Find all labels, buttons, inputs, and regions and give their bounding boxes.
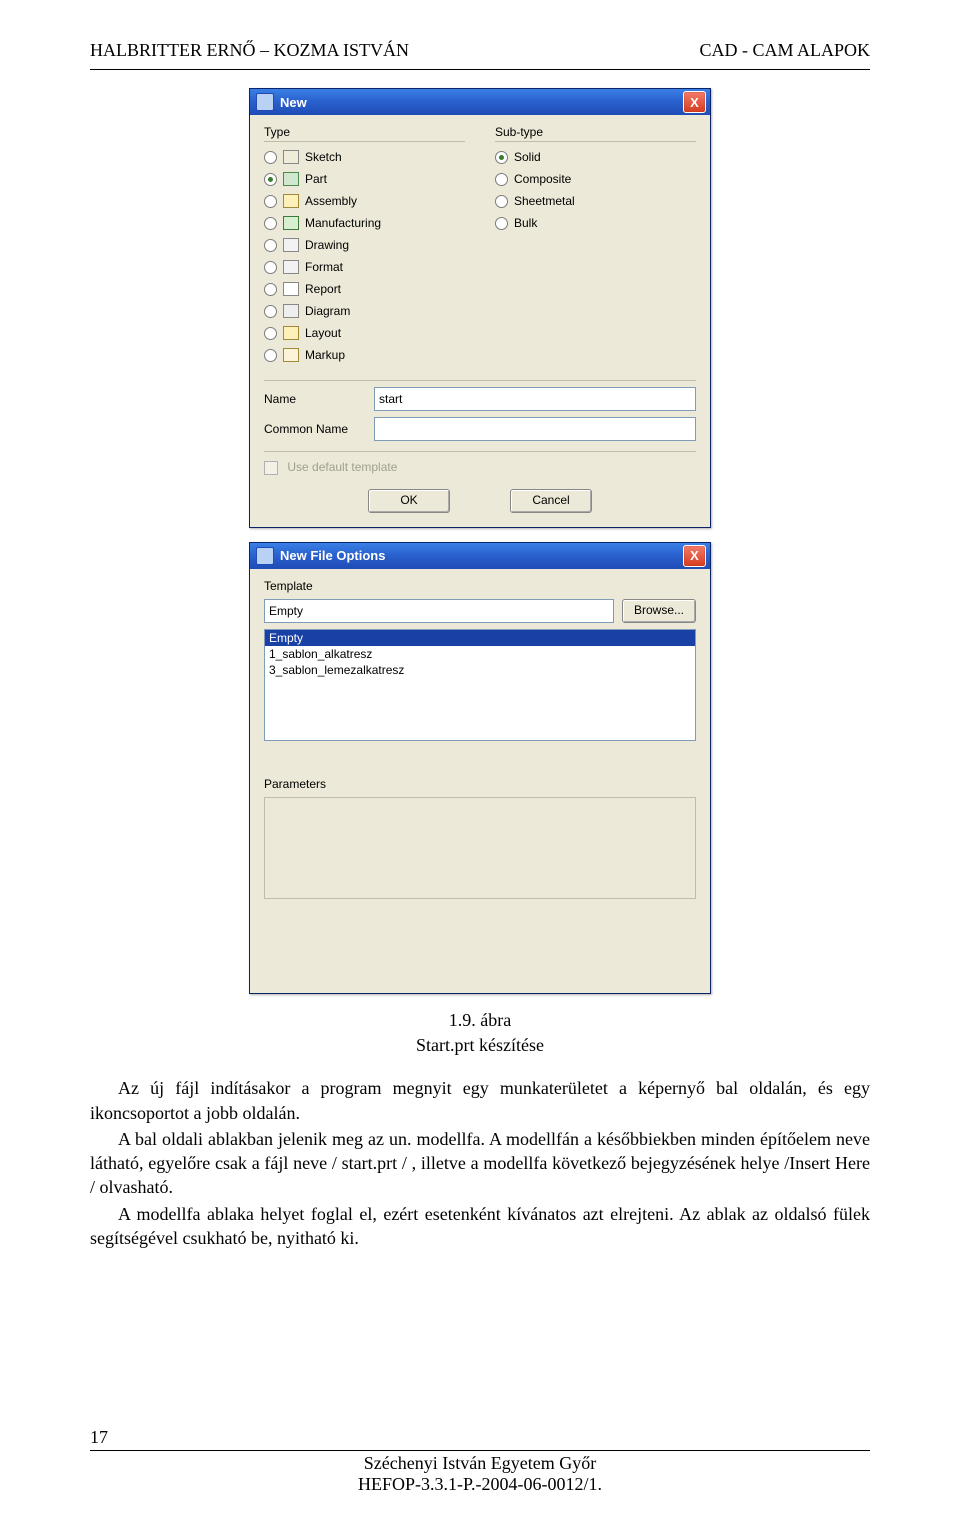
default-template-label: Use default template (287, 460, 397, 474)
type-option-label: Diagram (305, 304, 350, 318)
header-right: CAD - CAM ALAPOK (699, 40, 870, 61)
type-option-part[interactable]: Part (264, 168, 465, 190)
lyt-icon (283, 326, 299, 340)
close-button[interactable]: X (683, 91, 706, 113)
options-dialog-titlebar[interactable]: New File Options X (250, 543, 710, 569)
radio-icon[interactable] (264, 151, 277, 164)
type-option-label: Markup (305, 348, 345, 362)
header-left: HALBRITTER ERNŐ – KOZMA ISTVÁN (90, 40, 409, 61)
asm-icon (283, 194, 299, 208)
page-footer: 17 Széchenyi István Egyetem Győr HEFOP-3… (90, 1427, 870, 1495)
mkp-icon (283, 348, 299, 362)
part-icon (283, 172, 299, 186)
template-listbox[interactable]: Empty1_sablon_alkatresz3_sablon_lemezalk… (264, 629, 696, 741)
new-dialog: New X Type Sketch Part Assembly Manufacturi… (249, 88, 711, 528)
type-option-manufacturing[interactable]: Manufacturing (264, 212, 465, 234)
type-option-label: Manufacturing (305, 216, 381, 230)
template-label: Template (250, 569, 710, 599)
parameters-box (264, 797, 696, 899)
name-label: Name (264, 392, 364, 406)
close-button[interactable]: X (683, 545, 706, 567)
common-name-label: Common Name (264, 422, 364, 436)
ok-button[interactable]: OK (368, 489, 450, 513)
header-underline (90, 69, 870, 70)
radio-icon[interactable] (264, 349, 277, 362)
subtype-option-label: Composite (514, 172, 571, 186)
type-option-format[interactable]: Format (264, 256, 465, 278)
fmt-icon (283, 260, 299, 274)
sketch-icon (283, 150, 299, 164)
subtype-option-label: Sheetmetal (514, 194, 575, 208)
radio-icon[interactable] (264, 239, 277, 252)
drw-icon (283, 238, 299, 252)
list-item[interactable]: Empty (265, 630, 695, 646)
caption-line1: 1.9. ábra (449, 1010, 511, 1030)
subtype-option-solid[interactable]: Solid (495, 146, 696, 168)
paragraph-3: A modellfa ablaka helyet foglal el, ezér… (90, 1202, 870, 1251)
new-dialog-title: New (280, 95, 683, 110)
page-number: 17 (90, 1427, 870, 1448)
options-dialog-title: New File Options (280, 548, 683, 563)
browse-button[interactable]: Browse... (622, 599, 696, 623)
radio-icon[interactable] (264, 173, 277, 186)
footer-university: Széchenyi István Egyetem Győr (90, 1453, 870, 1474)
list-item[interactable]: 3_sablon_lemezalkatresz (265, 662, 695, 678)
subtype-option-bulk[interactable]: Bulk (495, 212, 696, 234)
subtype-section-label: Sub-type (495, 125, 696, 142)
radio-icon[interactable] (264, 195, 277, 208)
type-option-label: Sketch (305, 150, 342, 164)
dgm-icon (283, 304, 299, 318)
page-header: HALBRITTER ERNŐ – KOZMA ISTVÁN CAD - CAM… (90, 40, 870, 61)
parameters-label: Parameters (250, 747, 710, 797)
cancel-button[interactable]: Cancel (510, 489, 592, 513)
subtype-option-label: Solid (514, 150, 541, 164)
figure-caption: 1.9. ábra Start.prt készítése (90, 1008, 870, 1058)
radio-icon[interactable] (495, 217, 508, 230)
subtype-option-sheetmetal[interactable]: Sheetmetal (495, 190, 696, 212)
default-template-checkbox[interactable] (264, 461, 278, 475)
radio-icon[interactable] (495, 173, 508, 186)
new-dialog-titlebar[interactable]: New X (250, 89, 710, 115)
type-option-label: Layout (305, 326, 341, 340)
common-name-input[interactable] (374, 417, 696, 441)
name-input[interactable] (374, 387, 696, 411)
rpt-icon (283, 282, 299, 296)
new-dialog-icon (256, 93, 274, 111)
list-item[interactable]: 1_sablon_alkatresz (265, 646, 695, 662)
type-section-label: Type (264, 125, 465, 142)
type-option-report[interactable]: Report (264, 278, 465, 300)
template-input[interactable] (264, 599, 614, 623)
mfg-icon (283, 216, 299, 230)
paragraph-2: A bal oldali ablakban jelenik meg az un.… (90, 1127, 870, 1200)
caption-line2: Start.prt készítése (416, 1035, 544, 1055)
type-option-label: Assembly (305, 194, 357, 208)
radio-icon[interactable] (495, 195, 508, 208)
type-option-label: Part (305, 172, 327, 186)
radio-icon[interactable] (264, 327, 277, 340)
type-option-layout[interactable]: Layout (264, 322, 465, 344)
radio-icon[interactable] (264, 283, 277, 296)
radio-icon[interactable] (264, 261, 277, 274)
type-option-assembly[interactable]: Assembly (264, 190, 465, 212)
type-option-markup[interactable]: Markup (264, 344, 465, 366)
type-option-sketch[interactable]: Sketch (264, 146, 465, 168)
new-file-options-dialog: New File Options X Template Browse... Em… (249, 542, 711, 994)
subtype-option-composite[interactable]: Composite (495, 168, 696, 190)
radio-icon[interactable] (495, 151, 508, 164)
radio-icon[interactable] (264, 305, 277, 318)
footer-project: HEFOP-3.3.1-P.-2004-06-0012/1. (90, 1474, 870, 1495)
type-option-label: Format (305, 260, 343, 274)
type-option-label: Report (305, 282, 341, 296)
type-option-diagram[interactable]: Diagram (264, 300, 465, 322)
subtype-option-label: Bulk (514, 216, 537, 230)
options-dialog-icon (256, 547, 274, 565)
paragraph-1: Az új fájl indításakor a program megnyit… (90, 1076, 870, 1125)
type-option-label: Drawing (305, 238, 349, 252)
type-option-drawing[interactable]: Drawing (264, 234, 465, 256)
radio-icon[interactable] (264, 217, 277, 230)
